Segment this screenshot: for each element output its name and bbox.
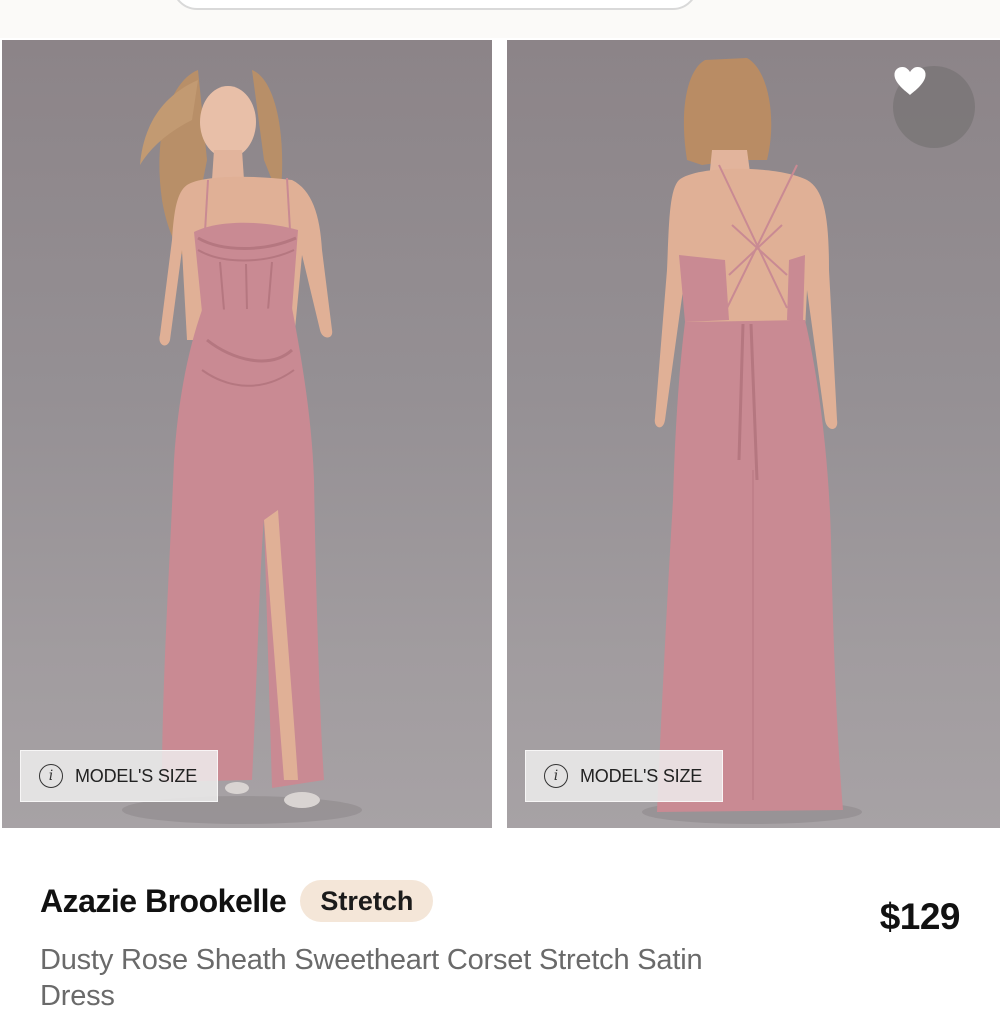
model-back-illustration	[642, 58, 862, 824]
info-icon: i	[544, 764, 568, 788]
info-icon: i	[39, 764, 63, 788]
product-title[interactable]: Dusty Rose Sheath Sweetheart Corset Stre…	[40, 942, 780, 1014]
search-bar[interactable]	[172, 0, 698, 10]
top-bar	[0, 0, 1000, 38]
product-info: Azazie Brookelle Stretch $129 Dusty Rose…	[0, 828, 1000, 1012]
product-gallery: i MODEL'S SIZE i MODEL'S SIZE	[0, 38, 1000, 828]
model-size-label: MODEL'S SIZE	[580, 765, 703, 786]
model-size-button[interactable]: i MODEL'S SIZE	[20, 750, 218, 802]
stretch-badge: Stretch	[300, 880, 434, 922]
brand-name[interactable]: Azazie Brookelle	[40, 883, 287, 920]
favorite-button[interactable]	[893, 66, 975, 148]
brand-row: Azazie Brookelle Stretch	[40, 880, 434, 922]
price: $129	[879, 896, 961, 937]
model-front-illustration	[122, 70, 362, 824]
model-size-label: MODEL'S SIZE	[75, 765, 198, 786]
heart-icon	[894, 67, 926, 95]
product-image-front[interactable]: i MODEL'S SIZE	[2, 40, 492, 828]
product-image-back[interactable]: i MODEL'S SIZE	[507, 40, 1000, 828]
model-size-button[interactable]: i MODEL'S SIZE	[525, 750, 723, 802]
